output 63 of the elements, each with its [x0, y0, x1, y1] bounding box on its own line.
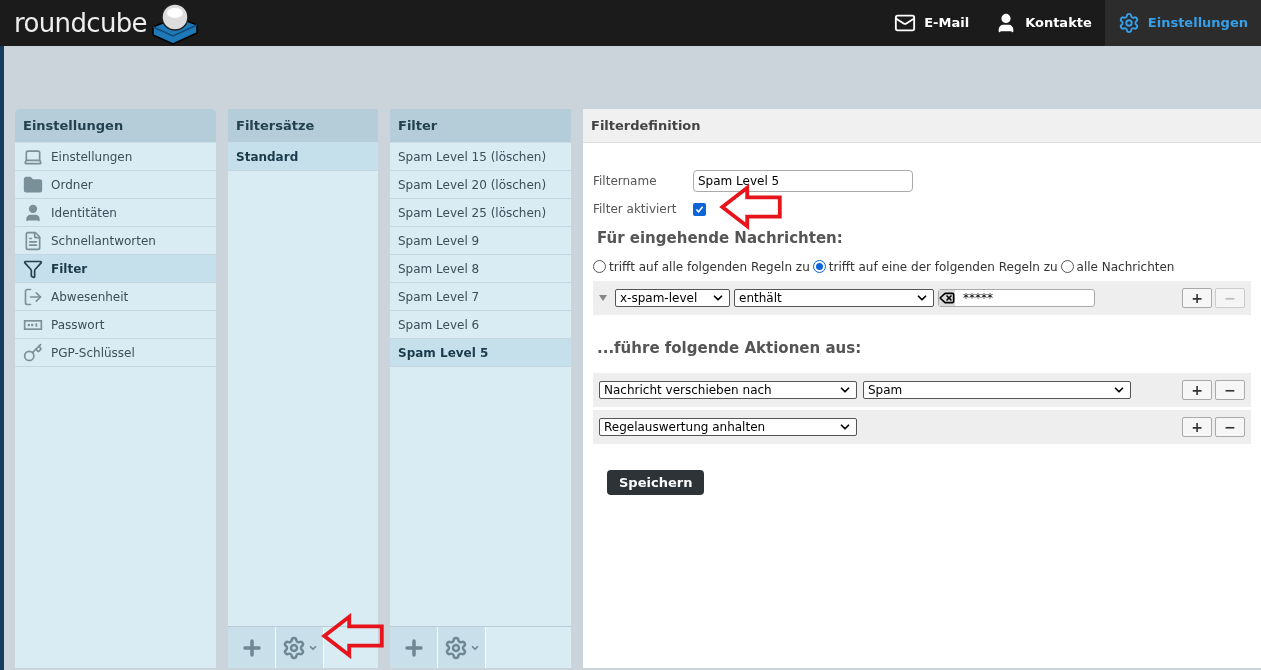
add-action-button[interactable]: +	[1182, 417, 1212, 437]
radio-button[interactable]	[593, 260, 606, 273]
panel-title: Filter	[390, 109, 571, 143]
section-heading: Für eingehende Nachrichten:	[597, 228, 844, 249]
exit-icon	[23, 286, 43, 307]
key-icon	[23, 342, 43, 363]
radio-label: trifft auf alle folgenden Regeln zu	[609, 258, 810, 276]
list-item[interactable]: Spam Level 7	[390, 283, 571, 311]
collapse-caret-icon[interactable]	[599, 294, 607, 301]
add-button[interactable]	[228, 627, 276, 668]
radio-button[interactable]	[1060, 260, 1074, 273]
list-item[interactable]: Passwort	[15, 311, 216, 339]
operator-select[interactable]: enthält	[734, 288, 934, 307]
clear-icon[interactable]	[939, 289, 955, 306]
radio-button[interactable]	[812, 260, 826, 273]
value-input[interactable]: *****	[938, 288, 1095, 307]
list-item[interactable]: Spam Level 20 (löschen)	[390, 171, 571, 199]
radio-label: alle Nachrichten	[1076, 258, 1175, 276]
radio-label: trifft auf eine der folgenden Regeln zu	[828, 258, 1058, 276]
settings-menu-button[interactable]	[276, 627, 324, 668]
settings-icon	[281, 635, 306, 660]
list-item[interactable]: Einstellungen	[15, 143, 216, 171]
nav-link[interactable]: Einstellungen	[1104, 0, 1261, 46]
list-item[interactable]: Abwesenheit	[15, 283, 216, 311]
remove-action-button[interactable]: −	[1215, 380, 1245, 400]
checkbox[interactable]	[693, 202, 706, 216]
list-item[interactable]: Standard	[228, 143, 378, 171]
add-button[interactable]	[390, 627, 438, 668]
document-icon	[23, 230, 43, 251]
settings-menu-button[interactable]	[438, 627, 486, 668]
header-select[interactable]: x-spam-level	[615, 288, 730, 307]
folder-icon	[23, 174, 43, 195]
panel-title: Einstellungen	[15, 109, 216, 143]
action-select[interactable]: Nachricht verschieben nach	[599, 381, 857, 399]
list-item[interactable]: Ordner	[15, 171, 216, 199]
folder-select[interactable]: Spam	[863, 381, 1131, 399]
nav-link[interactable]: Kontakte	[982, 0, 1105, 46]
save-button[interactable]: Speichern	[607, 470, 705, 495]
list-item[interactable]: Spam Level 25 (löschen)	[390, 199, 571, 227]
list-item[interactable]: PGP-Schlüssel	[15, 339, 216, 367]
field-label: Filter aktiviert	[593, 201, 678, 218]
list-item[interactable]: Spam Level 9	[390, 227, 571, 255]
list-item[interactable]: Spam Level 15 (löschen)	[390, 143, 571, 171]
person-icon	[23, 202, 43, 223]
funnel-icon	[23, 258, 43, 279]
settings-icon	[1117, 12, 1140, 34]
list-item[interactable]: Spam Level 5	[390, 339, 571, 367]
action-select[interactable]: Regelauswertung anhalten	[599, 418, 857, 436]
list-item[interactable]: Identitäten	[15, 199, 216, 227]
settings-icon	[443, 635, 468, 660]
add-action-button[interactable]: +	[1182, 380, 1212, 400]
list-item[interactable]: Spam Level 8	[390, 255, 571, 283]
filter-name-input[interactable]: Spam Level 5	[693, 170, 913, 192]
add-rule-button[interactable]: +	[1182, 287, 1212, 308]
panel-title: Filtersätze	[228, 109, 378, 143]
section-heading: ...führe folgende Aktionen aus:	[597, 337, 863, 359]
field-label: Filtername	[593, 173, 658, 190]
panel-title: Filterdefinition	[583, 109, 1261, 143]
logo-text: roundcube	[14, 6, 147, 40]
envelope-icon	[894, 12, 917, 34]
remove-action-button[interactable]: −	[1215, 417, 1245, 437]
nav-link[interactable]: E-Mail	[881, 0, 983, 46]
list-item[interactable]: Filter	[15, 255, 216, 283]
